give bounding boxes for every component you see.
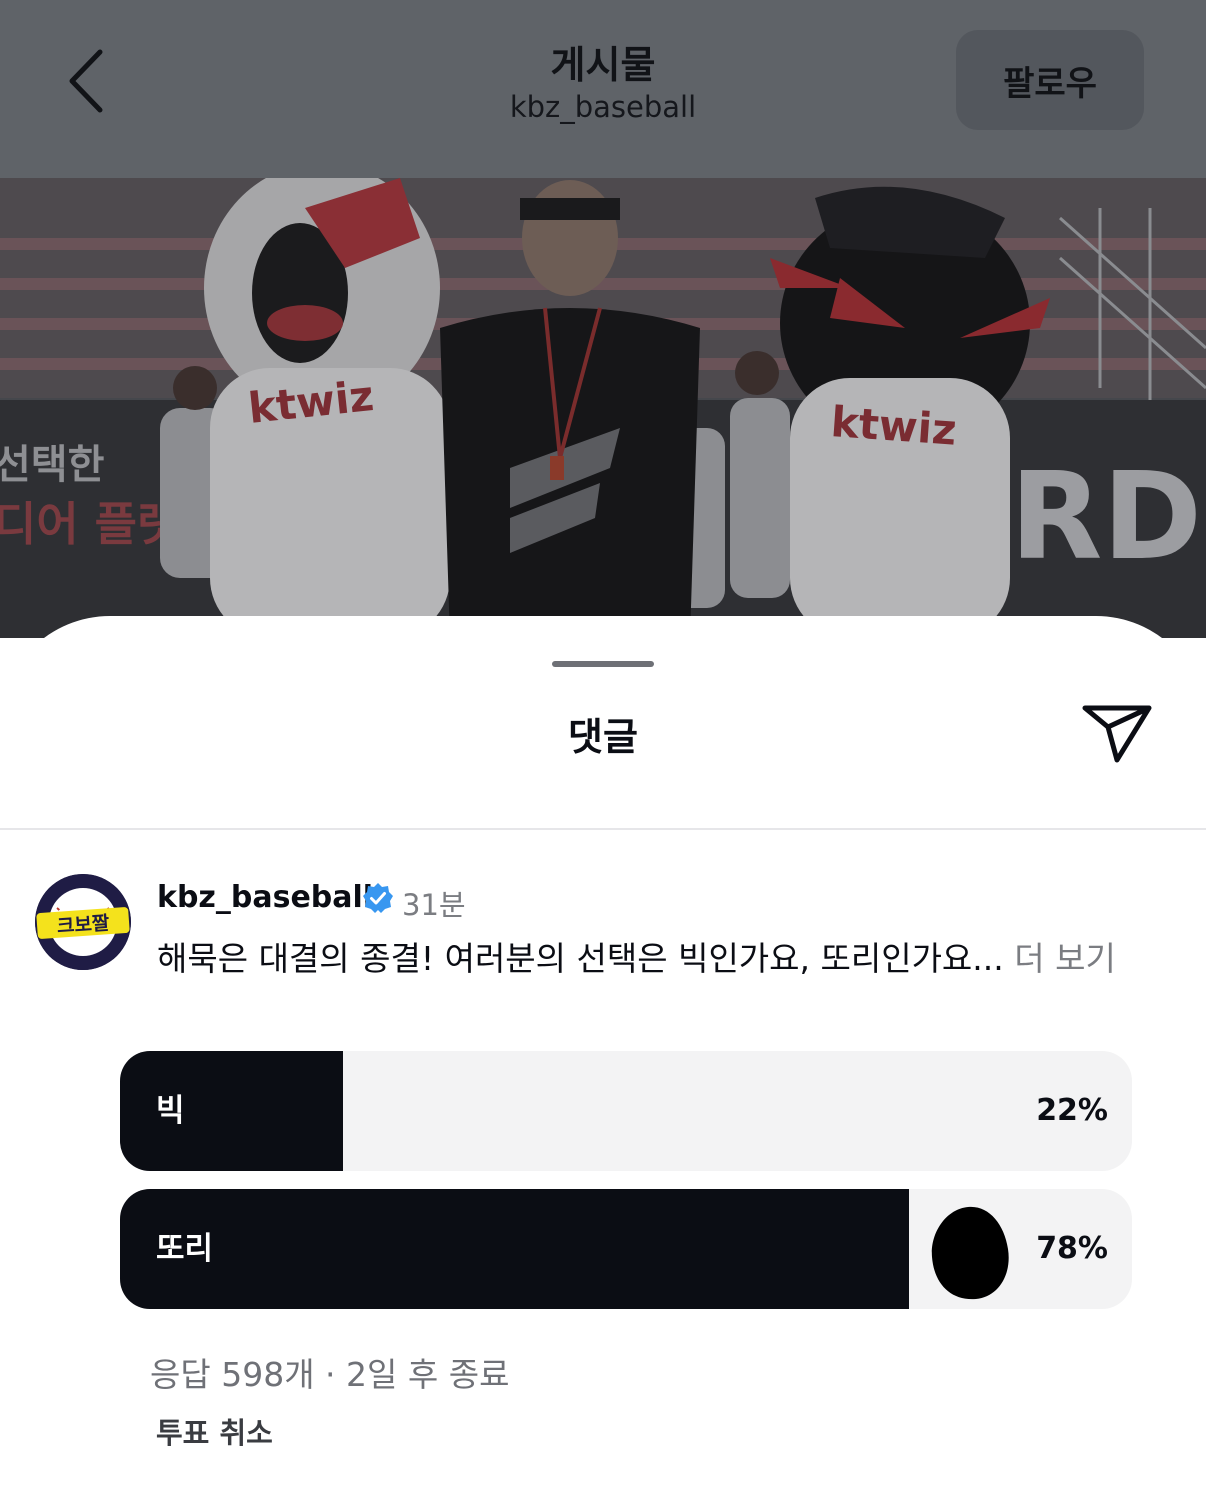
send-icon[interactable]: [1080, 700, 1154, 766]
post-caption: 해묵은 대결의 종결! 여러분의 선택은 빅인가요, 또리인가요... 더 보기: [157, 932, 1116, 980]
sign-left-text-1: 선택한: [0, 442, 105, 488]
caption-text: 해묵은 대결의 종결! 여러분의 선택은 빅인가요, 또리인가요...: [157, 939, 1004, 978]
poll-option-percent: 22%: [1036, 1093, 1108, 1128]
poll-option-ttori[interactable]: 또리 78%: [120, 1189, 1132, 1309]
poll-option-label: 빅: [156, 1093, 185, 1129]
poll-option-label: 또리: [156, 1231, 214, 1267]
sign-right-text: RD.: [1010, 448, 1206, 587]
kbz-logo-avatar: 크보짤: [35, 874, 131, 970]
ttori-mascot-icon: [931, 1206, 1009, 1300]
poll-bar-fill: [120, 1051, 343, 1171]
post-timestamp: 31분: [402, 888, 466, 922]
poll-option-big[interactable]: 빅 22%: [120, 1051, 1132, 1171]
sheet-drag-handle[interactable]: [552, 661, 654, 667]
see-more-link[interactable]: 더 보기: [1014, 939, 1116, 978]
sheet-title: 댓글: [568, 715, 638, 759]
cancel-vote-button[interactable]: 투표 취소: [156, 1410, 273, 1452]
post-header: 게시물 kbz_baseball 팔로우: [0, 0, 1206, 178]
avatar-logo-text: 크보짤: [56, 912, 110, 938]
comments-sheet: 댓글 크보짤 kbz_baseball 31분 해묵은 대결의 종결! 여러분의…: [0, 616, 1206, 1506]
poll-summary: 응답 598개 · 2일 후 종료: [150, 1355, 510, 1394]
avatar[interactable]: 크보짤: [35, 874, 131, 970]
post-photo[interactable]: 선택한 디어 플랫 RD. ktwiz: [0, 178, 1206, 638]
verified-badge-icon: [363, 883, 393, 913]
poll-bar-fill: [120, 1189, 909, 1309]
sheet-divider: [0, 828, 1206, 830]
stadium-mascots-image: 선택한 디어 플랫 RD. ktwiz: [0, 178, 1206, 638]
follow-button[interactable]: 팔로우: [956, 30, 1144, 130]
poll-option-percent: 78%: [1036, 1231, 1108, 1266]
sign-left-text-2: 디어 플랫: [0, 497, 179, 551]
jersey-text-right: ktwiz: [829, 397, 958, 455]
post-username[interactable]: kbz_baseball: [157, 880, 373, 915]
